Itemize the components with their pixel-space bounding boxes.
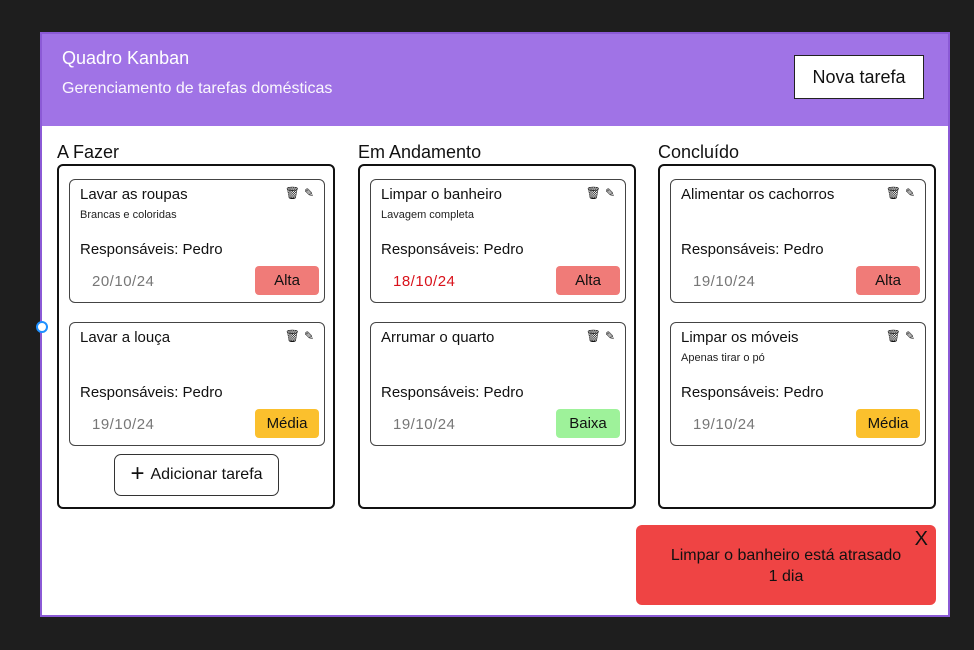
trash-icon[interactable]: 🗑	[586, 329, 601, 343]
task-title: Lavar as roupas	[80, 186, 188, 203]
task-responsible: Responsáveis: Pedro	[681, 241, 824, 258]
task-date: 19/10/24	[393, 416, 456, 433]
plus-icon: +	[130, 460, 145, 487]
board-header: Quadro Kanban Gerenciamento de tarefas d…	[42, 34, 948, 126]
task-date: 19/10/24	[693, 416, 756, 433]
kanban-board: Quadro Kanban Gerenciamento de tarefas d…	[36, 32, 950, 617]
task-title: Arrumar o quarto	[381, 329, 495, 346]
toast-message: Limpar o banheiro está atrasado 1 dia	[670, 547, 902, 585]
task-responsible: Responsáveis: Pedro	[381, 384, 524, 401]
pencil-icon[interactable]: ✎	[304, 186, 314, 200]
task-title: Lavar a louça	[80, 329, 171, 346]
column-in-progress: Limpar o banheiro Lavagem completa 🗑 ✎ Re…	[358, 164, 636, 509]
task-date-overdue: 18/10/24	[393, 273, 456, 290]
new-task-button[interactable]: Nova tarefa	[794, 55, 924, 99]
close-icon[interactable]: X	[915, 528, 928, 551]
task-title: Limpar o banheiro	[381, 186, 502, 203]
board-title: Quadro Kanban	[62, 48, 190, 68]
trash-icon[interactable]: 🗑	[886, 329, 901, 343]
task-date: 20/10/24	[92, 273, 155, 290]
trash-icon[interactable]: 🗑	[285, 186, 300, 200]
column-title-todo: A Fazer	[57, 142, 120, 162]
task-description: Brancas e coloridas	[80, 209, 177, 221]
board-subtitle: Gerenciamento de tarefas domésticas	[62, 80, 333, 97]
pencil-icon[interactable]: ✎	[605, 329, 615, 343]
task-title: Limpar os móveis	[681, 329, 799, 346]
task-date: 19/10/24	[693, 273, 756, 290]
add-task-label: Adicionar tarefa	[150, 466, 263, 483]
column-done: Alimentar os cachorros 🗑 ✎ Responsáveis: …	[658, 164, 936, 509]
column-title-in-progress: Em Andamento	[358, 142, 482, 162]
task-responsible: Responsáveis: Pedro	[681, 384, 824, 401]
task-card[interactable]: Arrumar o quarto 🗑 ✎ Responsáveis: Pedro …	[370, 322, 626, 446]
pencil-icon[interactable]: ✎	[304, 329, 314, 343]
priority-badge: Média	[856, 409, 920, 438]
task-card[interactable]: Lavar a louça 🗑 ✎ Responsáveis: Pedro 19/…	[69, 322, 325, 446]
column-title-done: Concluído	[658, 142, 740, 162]
task-responsible: Responsáveis: Pedro	[80, 384, 223, 401]
priority-badge: Baixa	[556, 409, 620, 438]
task-card[interactable]: Limpar o banheiro Lavagem completa 🗑 ✎ Re…	[370, 179, 626, 303]
task-description: Lavagem completa	[381, 209, 474, 221]
trash-icon[interactable]: 🗑	[886, 186, 901, 200]
priority-badge: Alta	[856, 266, 920, 295]
resize-handle[interactable]	[36, 321, 48, 333]
priority-badge: Média	[255, 409, 319, 438]
task-description: Apenas tirar o pó	[681, 352, 765, 364]
trash-icon[interactable]: 🗑	[586, 186, 601, 200]
trash-icon[interactable]: 🗑	[285, 329, 300, 343]
pencil-icon[interactable]: ✎	[605, 186, 615, 200]
priority-badge: Alta	[556, 266, 620, 295]
task-date: 19/10/24	[92, 416, 155, 433]
column-todo: Lavar as roupas Brancas e coloridas 🗑 ✎ R…	[57, 164, 335, 509]
task-responsible: Responsáveis: Pedro	[80, 241, 223, 258]
add-task-button[interactable]: + Adicionar tarefa	[114, 454, 279, 496]
task-title: Alimentar os cachorros	[681, 186, 835, 203]
priority-badge: Alta	[255, 266, 319, 295]
pencil-icon[interactable]: ✎	[905, 186, 915, 200]
pencil-icon[interactable]: ✎	[905, 329, 915, 343]
task-card[interactable]: Lavar as roupas Brancas e coloridas 🗑 ✎ R…	[69, 179, 325, 303]
overdue-toast: Limpar o banheiro está atrasado 1 dia X	[636, 525, 936, 605]
task-card[interactable]: Alimentar os cachorros 🗑 ✎ Responsáveis: …	[670, 179, 926, 303]
task-responsible: Responsáveis: Pedro	[381, 241, 524, 258]
task-card[interactable]: Limpar os móveis Apenas tirar o pó 🗑 ✎ Re…	[670, 322, 926, 446]
